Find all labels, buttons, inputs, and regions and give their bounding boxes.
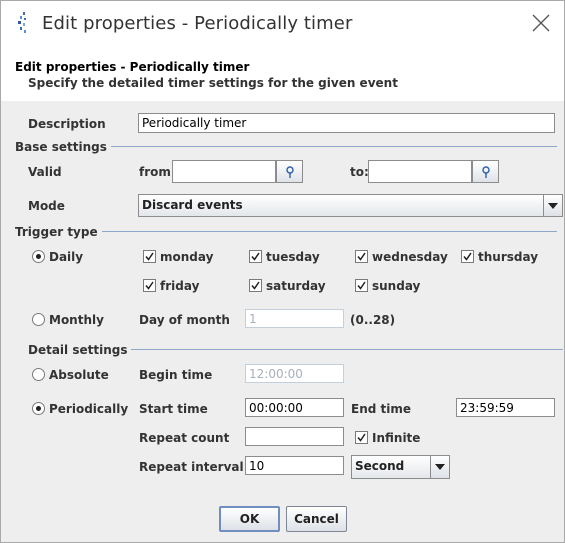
check-icon [463, 252, 472, 261]
periodically-radio[interactable] [32, 402, 45, 415]
chevron-down-icon [548, 202, 558, 209]
header-subtitle: Specify the detailed timer settings for … [28, 76, 398, 90]
sunday-checkbox[interactable] [355, 279, 368, 292]
interval-unit-select[interactable]: Second [351, 455, 450, 479]
description-label: Description [28, 117, 106, 131]
mode-label: Mode [28, 199, 65, 213]
check-icon [357, 281, 366, 290]
app-logo-icon [15, 12, 31, 34]
wednesday-label: wednesday [372, 250, 448, 264]
ok-button[interactable]: OK [219, 506, 280, 532]
start-time-input[interactable]: 00:00:00 [245, 398, 344, 417]
valid-label: Valid [28, 165, 62, 179]
sunday-label: sunday [372, 279, 421, 293]
check-icon [251, 252, 260, 261]
friday-checkbox[interactable] [143, 279, 156, 292]
start-time-label: Start time [139, 402, 208, 416]
absolute-label: Absolute [49, 368, 109, 382]
header-title: Edit properties - Periodically timer [15, 60, 250, 74]
date-picker-icon [482, 166, 490, 178]
saturday-label: saturday [266, 279, 326, 293]
tuesday-checkbox[interactable] [249, 250, 262, 263]
check-icon [145, 252, 154, 261]
close-button[interactable] [526, 9, 556, 37]
day-of-month-label: Day of month [139, 313, 230, 327]
to-date-picker-button[interactable] [472, 160, 499, 183]
end-time-input[interactable]: 23:59:59 [456, 398, 555, 417]
chevron-down-icon [435, 464, 445, 470]
interval-unit-dropdown-arrow[interactable] [430, 456, 449, 478]
day-of-month-input[interactable]: 1 [245, 309, 344, 328]
close-icon [532, 14, 550, 32]
edit-properties-dialog: Edit properties - Periodically timer Edi… [0, 0, 565, 543]
trigger-type-section: Trigger type [15, 225, 102, 239]
monthly-label: Monthly [49, 313, 104, 327]
window-title: Edit properties - Periodically timer [42, 13, 353, 34]
check-icon [357, 433, 366, 442]
from-label: from: [139, 165, 176, 179]
tuesday-label: tuesday [266, 250, 320, 264]
repeat-interval-label: Repeat interval [139, 460, 244, 474]
daily-label: Daily [49, 250, 84, 264]
title-bar[interactable]: Edit properties - Periodically timer [1, 1, 564, 46]
monday-checkbox[interactable] [143, 250, 156, 263]
from-date-picker-button[interactable] [276, 160, 303, 183]
repeat-interval-input[interactable]: 10 [245, 456, 344, 475]
thursday-checkbox[interactable] [461, 250, 474, 263]
end-time-label: End time [351, 402, 411, 416]
periodically-label: Periodically [49, 402, 129, 416]
thursday-label: thursday [478, 250, 539, 264]
wednesday-checkbox[interactable] [355, 250, 368, 263]
monday-label: monday [160, 250, 214, 264]
description-input[interactable]: Periodically timer [138, 113, 555, 133]
check-icon [251, 281, 260, 290]
check-icon [357, 252, 366, 261]
cancel-button[interactable]: Cancel [286, 506, 347, 532]
begin-time-label: Begin time [139, 368, 213, 382]
begin-time-input[interactable]: 12:00:00 [245, 364, 344, 383]
mode-select[interactable]: Discard events [138, 194, 563, 217]
daily-radio[interactable] [32, 250, 45, 263]
saturday-checkbox[interactable] [249, 279, 262, 292]
base-settings-section: Base settings [15, 140, 111, 154]
repeat-count-label: Repeat count [139, 431, 230, 445]
date-picker-icon [286, 166, 294, 178]
mode-select-value: Discard events [142, 198, 243, 212]
valid-from-input[interactable] [172, 160, 276, 183]
day-of-month-range-hint: (0..28) [350, 313, 396, 327]
detail-settings-section: Detail settings [28, 343, 132, 357]
friday-label: friday [160, 279, 200, 293]
infinite-label: Infinite [372, 431, 421, 445]
interval-unit-value: Second [355, 459, 405, 473]
valid-to-input[interactable] [368, 160, 472, 183]
mode-dropdown-arrow[interactable] [543, 195, 562, 216]
monthly-radio[interactable] [32, 313, 45, 326]
repeat-count-input[interactable] [245, 427, 344, 446]
infinite-checkbox[interactable] [355, 431, 368, 444]
to-label: to: [350, 165, 369, 179]
absolute-radio[interactable] [32, 368, 45, 381]
check-icon [145, 281, 154, 290]
